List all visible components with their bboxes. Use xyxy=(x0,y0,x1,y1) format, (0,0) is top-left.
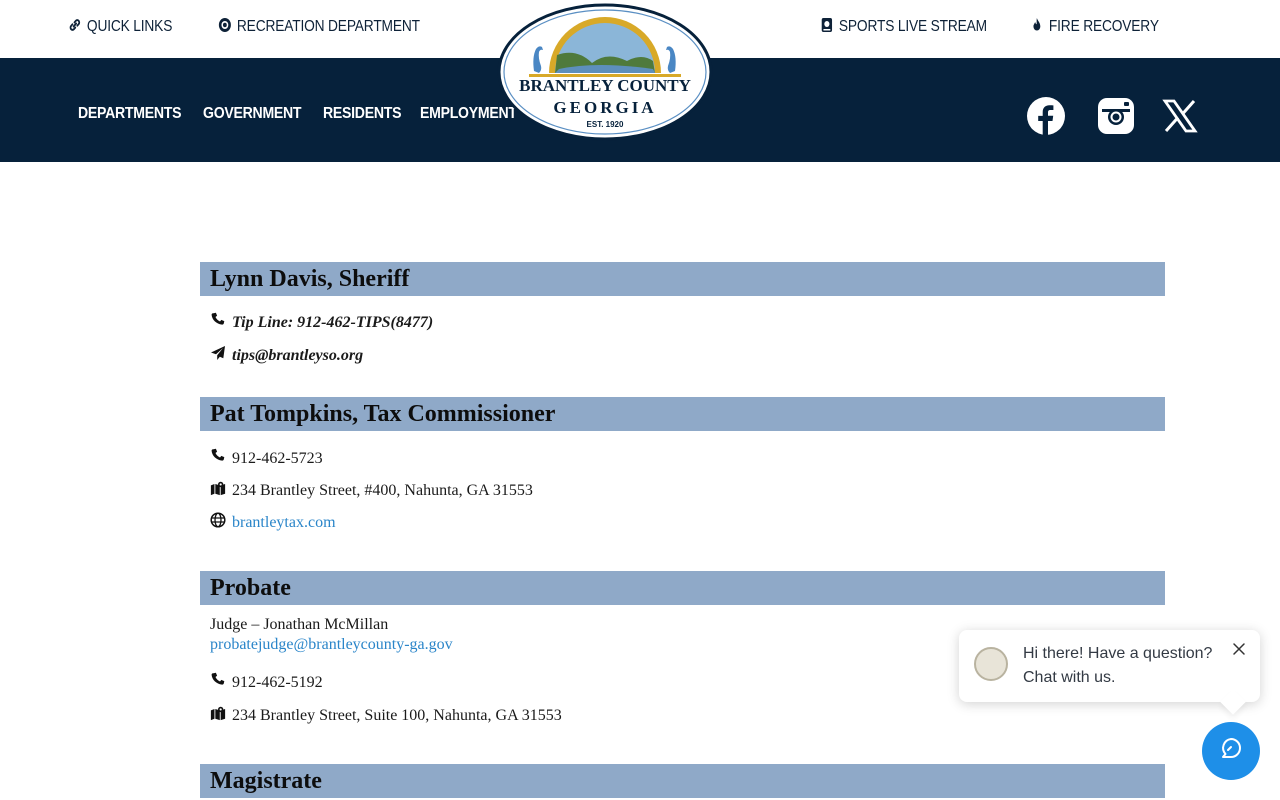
logo-line1: BRANTLEY COUNTY xyxy=(519,76,691,95)
logo-line2: GEORGIA xyxy=(553,98,656,117)
probate-heading: Probate xyxy=(200,571,1165,605)
chat-message-line2: Chat with us. xyxy=(1023,669,1116,686)
sheriff-email-row: tips@brantleyso.org xyxy=(200,345,1165,366)
sports-live-stream-link[interactable]: SPORTS LIVE STREAM xyxy=(820,16,987,38)
flame-icon xyxy=(1030,17,1044,38)
globe-icon xyxy=(210,512,226,533)
sheriff-tip-line: Tip Line: 912-462-TIPS(8477) xyxy=(200,312,1165,333)
tax-address: 234 Brantley Street, #400, Nahunta, GA 3… xyxy=(232,481,533,499)
sports-live-stream-label: SPORTS LIVE STREAM xyxy=(838,18,987,35)
chat-prompt-bubble[interactable]: Hi there! Have a question? Chat with us. xyxy=(959,630,1260,702)
sheriff-heading: Lynn Davis, Sheriff xyxy=(200,262,1165,296)
paper-plane-icon xyxy=(210,345,226,366)
tax-commissioner-heading: Pat Tompkins, Tax Commissioner xyxy=(200,397,1165,431)
nav-residents[interactable]: RESIDENTS xyxy=(323,105,401,123)
tax-website-row: brantleytax.com xyxy=(200,512,1165,533)
chat-avatar xyxy=(974,647,1008,681)
target-icon xyxy=(218,17,232,38)
tax-address-row: 234 Brantley Street, #400, Nahunta, GA 3… xyxy=(200,480,1165,501)
chat-message: Hi there! Have a question? Chat with us. xyxy=(1023,642,1223,690)
fire-recovery-label: FIRE RECOVERY xyxy=(1048,18,1159,35)
probate-phone: 912-462-5192 xyxy=(232,673,323,691)
tax-website-link[interactable]: brantleytax.com xyxy=(232,514,336,532)
tip-line-text: Tip Line: 912-462-TIPS(8477) xyxy=(232,313,434,331)
probate-address-row: 234 Brantley Street, Suite 100, Nahunta,… xyxy=(200,705,1165,726)
recreation-department-label: RECREATION DEPARTMENT xyxy=(236,18,420,35)
map-marker-icon xyxy=(210,705,226,726)
phone-icon xyxy=(210,448,226,469)
directory-content: Lynn Davis, Sheriff Tip Line: 912-462-TI… xyxy=(200,262,1165,798)
fire-recovery-link[interactable]: FIRE RECOVERY xyxy=(1030,16,1159,38)
quick-links-link[interactable]: QUICK LINKS xyxy=(68,16,172,38)
magistrate-heading: Magistrate xyxy=(200,764,1165,798)
tax-phone-row: 912-462-5723 xyxy=(200,448,1165,469)
chat-message-line1: Hi there! Have a question? xyxy=(1023,645,1213,662)
phone-icon xyxy=(210,672,226,693)
brantley-county-logo[interactable]: BRANTLEY COUNTY GEORGIA EST. 1920 xyxy=(497,3,713,141)
sheriff-email[interactable]: tips@brantleyso.org xyxy=(232,347,363,365)
logo-est: EST. 1920 xyxy=(587,120,624,129)
nav-departments[interactable]: DEPARTMENTS xyxy=(78,105,181,123)
video-icon xyxy=(820,17,834,38)
nav-government[interactable]: GOVERNMENT xyxy=(203,105,302,123)
recreation-department-link[interactable]: RECREATION DEPARTMENT xyxy=(218,16,420,38)
tax-phone: 912-462-5723 xyxy=(232,449,323,467)
chat-icon xyxy=(1217,735,1245,768)
close-icon[interactable] xyxy=(1232,642,1246,656)
link-icon xyxy=(68,17,82,38)
primary-nav: DEPARTMENTS GOVERNMENT RESIDENTS EMPLOYM… xyxy=(78,105,518,123)
quick-links-label: QUICK LINKS xyxy=(86,18,173,35)
map-marker-icon xyxy=(210,480,226,501)
facebook-icon[interactable] xyxy=(1026,96,1066,136)
probate-address: 234 Brantley Street, Suite 100, Nahunta,… xyxy=(232,706,562,724)
phone-icon xyxy=(210,312,226,333)
chat-open-button[interactable] xyxy=(1202,722,1260,780)
instagram-icon[interactable] xyxy=(1096,96,1136,136)
x-icon[interactable] xyxy=(1160,96,1200,136)
